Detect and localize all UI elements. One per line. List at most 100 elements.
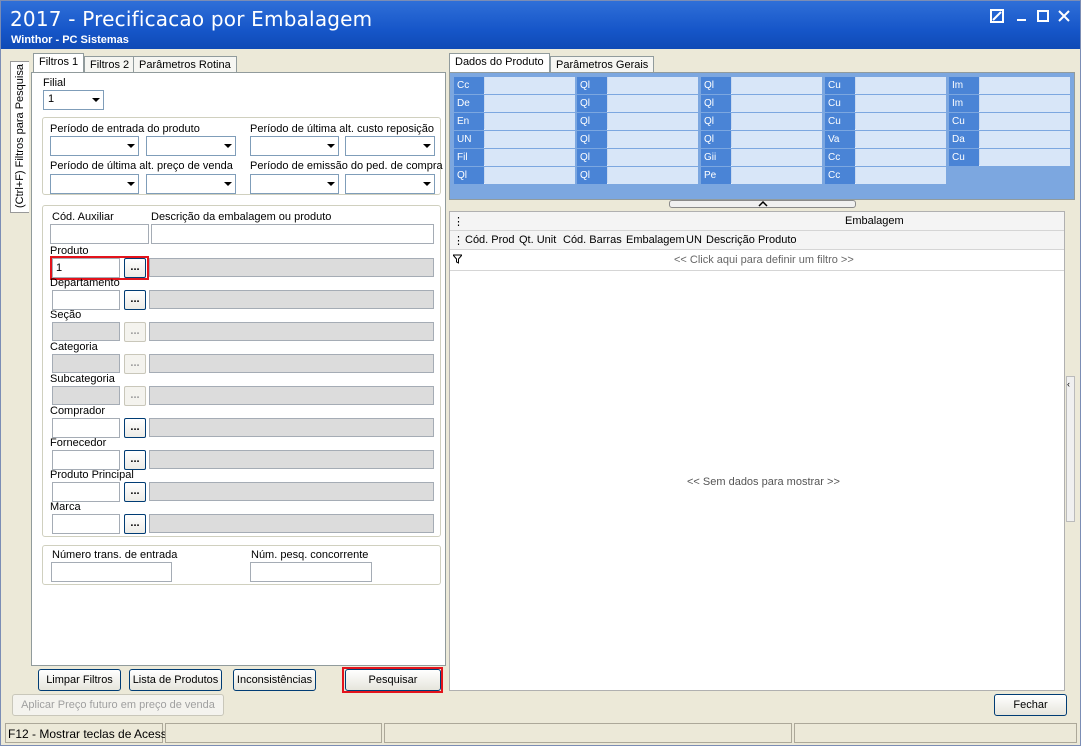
fechar-button[interactable]: Fechar bbox=[994, 694, 1067, 716]
search-filters-side-tab[interactable]: (Ctrl+F) Filtros para Pesquisa bbox=[10, 61, 29, 213]
cod-auxiliar-input[interactable] bbox=[50, 224, 149, 244]
product-field-cell: Cu bbox=[949, 149, 1070, 166]
col-cod-prod[interactable]: Cód. Prod bbox=[465, 234, 515, 246]
departamento-lookup-button[interactable]: ... bbox=[124, 290, 146, 310]
product-field-value bbox=[856, 167, 946, 184]
periodo-emissao-inicio[interactable] bbox=[250, 174, 339, 194]
product-field-value bbox=[608, 167, 698, 184]
secao-lookup-button[interactable]: ... bbox=[124, 322, 146, 342]
product-field-cell: Ql bbox=[577, 77, 698, 94]
product-field-cell: Ql bbox=[701, 95, 822, 112]
product-field-value bbox=[485, 77, 575, 94]
produto-principal-input[interactable] bbox=[52, 482, 120, 502]
limpar-filtros-button[interactable]: Limpar Filtros bbox=[38, 669, 121, 691]
col-descricao-produto[interactable]: Descrição Produto bbox=[706, 234, 797, 246]
grid-filter-row[interactable]: << Click aqui para definir um filtro >> bbox=[450, 250, 1064, 271]
product-field-cell: Cu bbox=[825, 95, 946, 112]
product-field-value bbox=[485, 149, 575, 166]
categoria-label: Categoria bbox=[50, 341, 98, 353]
periodo-custo-fim[interactable] bbox=[345, 136, 435, 156]
maximize-icon[interactable] bbox=[1034, 9, 1052, 27]
num-trans-label: Número trans. de entrada bbox=[52, 549, 178, 561]
product-field-label: Cu bbox=[825, 77, 855, 94]
product-field-label: Va bbox=[825, 131, 855, 148]
product-field-cell: En bbox=[454, 113, 575, 130]
product-field-cell: Ql bbox=[701, 77, 822, 94]
periodo-custo-label: Período de última alt. custo reposição bbox=[250, 123, 435, 135]
status-segment-4 bbox=[794, 723, 1077, 743]
product-field-label: Cc bbox=[825, 149, 855, 166]
fornecedor-input[interactable] bbox=[52, 450, 120, 470]
help-icon[interactable] bbox=[988, 9, 1006, 27]
product-field-label: Im bbox=[949, 95, 979, 112]
marca-input[interactable] bbox=[52, 514, 120, 534]
product-field-cell: Ql bbox=[701, 113, 822, 130]
tab-filtros-1[interactable]: Filtros 1 bbox=[33, 53, 85, 73]
product-field-cell: Cu bbox=[825, 113, 946, 130]
num-trans-input[interactable] bbox=[51, 562, 172, 582]
close-icon[interactable] bbox=[1055, 9, 1073, 27]
minimize-icon[interactable] bbox=[1013, 9, 1031, 27]
marca-lookup-button[interactable]: ... bbox=[124, 514, 146, 534]
cod-auxiliar-label: Cód. Auxiliar bbox=[52, 211, 114, 223]
chevron-up-icon bbox=[758, 201, 768, 207]
periodo-custo-inicio[interactable] bbox=[250, 136, 339, 156]
periodo-emissao-fim[interactable] bbox=[345, 174, 435, 194]
col-embalagem[interactable]: Embalagem bbox=[626, 234, 685, 246]
product-field-value bbox=[980, 131, 1070, 148]
comprador-lookup-button[interactable]: ... bbox=[124, 418, 146, 438]
inconsistencias-button[interactable]: Inconsistências bbox=[233, 669, 316, 691]
num-pesq-input[interactable] bbox=[250, 562, 372, 582]
product-field-label: Cu bbox=[949, 149, 979, 166]
product-field-label: Ql bbox=[577, 77, 607, 94]
periodo-preco-fim[interactable] bbox=[146, 174, 236, 194]
periodo-entrada-inicio[interactable] bbox=[50, 136, 139, 156]
comprador-description bbox=[149, 418, 434, 437]
product-field-value bbox=[732, 131, 822, 148]
grid-band-header: ⋮ Embalagem bbox=[450, 212, 1064, 231]
lista-produtos-button[interactable]: Lista de Produtos bbox=[129, 669, 222, 691]
tab-dados-produto[interactable]: Dados do Produto bbox=[449, 53, 550, 73]
product-field-value bbox=[485, 167, 575, 184]
produto-principal-lookup-button[interactable]: ... bbox=[124, 482, 146, 502]
comprador-input[interactable] bbox=[52, 418, 120, 438]
product-field-value bbox=[485, 95, 575, 112]
aplicar-preco-futuro-button[interactable]: Aplicar Preço futuro em preço de venda bbox=[12, 694, 224, 716]
product-field-label: De bbox=[454, 95, 484, 112]
periodo-preco-inicio[interactable] bbox=[50, 174, 139, 194]
categoria-lookup-button[interactable]: ... bbox=[124, 354, 146, 374]
product-field-value bbox=[856, 131, 946, 148]
filial-label: Filial bbox=[43, 77, 66, 89]
col-cod-barras[interactable]: Cód. Barras bbox=[563, 234, 622, 246]
product-field-cell: Ql bbox=[577, 95, 698, 112]
product-field-value bbox=[856, 149, 946, 166]
product-field-value bbox=[485, 131, 575, 148]
departamento-input[interactable] bbox=[52, 290, 120, 310]
col-qt-unit[interactable]: Qt. Unit bbox=[519, 234, 556, 246]
product-field-label: Ql bbox=[701, 131, 731, 148]
title-bar: 2017 - Precificacao por Embalagem Wintho… bbox=[1, 1, 1080, 49]
product-field-cell: Im bbox=[949, 77, 1070, 94]
filial-select[interactable]: 1 bbox=[43, 90, 104, 110]
product-field-cell: Im bbox=[949, 95, 1070, 112]
periodo-entrada-fim[interactable] bbox=[146, 136, 236, 156]
categoria-input bbox=[52, 354, 120, 373]
subcategoria-input bbox=[52, 386, 120, 405]
product-field-label: Ql bbox=[701, 113, 731, 130]
secao-description bbox=[149, 322, 434, 341]
product-field-cell: Cc bbox=[825, 167, 946, 184]
grid-menu-icon[interactable]: ⋮ bbox=[453, 215, 464, 228]
product-field-value bbox=[608, 77, 698, 94]
product-field-label: Cc bbox=[454, 77, 484, 94]
descricao-input[interactable] bbox=[151, 224, 434, 244]
product-field-cell: UN bbox=[454, 131, 575, 148]
product-field-label: Ql bbox=[577, 167, 607, 184]
product-field-label: Ql bbox=[701, 95, 731, 112]
subcategoria-lookup-button[interactable]: ... bbox=[124, 386, 146, 406]
grid-side-splitter[interactable]: ‹ bbox=[1066, 376, 1075, 522]
product-field-value bbox=[608, 131, 698, 148]
splitter-handle[interactable] bbox=[669, 200, 856, 208]
column-chooser-icon[interactable]: ⋮ bbox=[453, 234, 464, 247]
col-un[interactable]: UN bbox=[686, 234, 702, 246]
fornecedor-lookup-button[interactable]: ... bbox=[124, 450, 146, 470]
